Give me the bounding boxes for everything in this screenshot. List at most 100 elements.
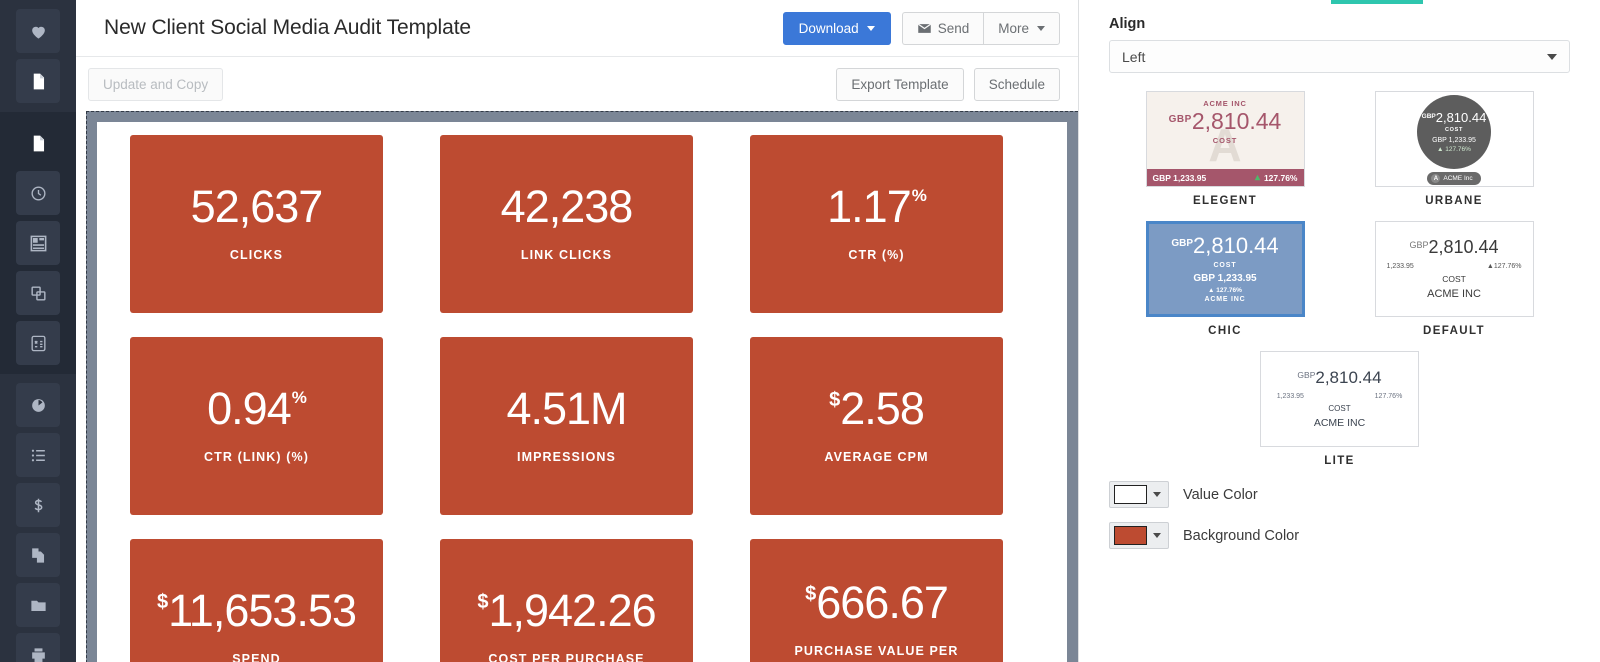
sidebar-item-list[interactable] bbox=[16, 433, 60, 477]
metric-card[interactable]: 1.17% CTR (%) bbox=[750, 135, 1003, 313]
metric-card[interactable]: 42,238 LINK CLICKS bbox=[440, 135, 693, 313]
sidebar-item-report[interactable] bbox=[16, 121, 60, 165]
top-toolbar: New Client Social Media Audit Template D… bbox=[76, 0, 1078, 57]
chevron-down-icon bbox=[1153, 533, 1161, 538]
theme-option-default[interactable]: GBP2,810.44 1,233.95 ▲127.76% COST ACME … bbox=[1374, 221, 1534, 337]
metric-card[interactable]: $1,942.26 COST PER PURCHASE bbox=[440, 539, 693, 662]
sidebar-item-document[interactable] bbox=[16, 59, 60, 103]
schedule-button[interactable]: Schedule bbox=[973, 67, 1060, 101]
metric-card[interactable]: 52,637 CLICKS bbox=[130, 135, 383, 313]
value-color-swatch bbox=[1114, 485, 1147, 504]
sidebar-item-billing[interactable] bbox=[16, 483, 60, 527]
preview-compare: 1,233.95 bbox=[1276, 393, 1304, 400]
report-page: 52,637 CLICKS 42,238 LINK CLICKS 1.17% CTR (%… bbox=[97, 122, 1067, 662]
metric-card-label: COST PER PURCHASE bbox=[488, 652, 645, 662]
send-button[interactable]: Send bbox=[901, 11, 984, 45]
metric-value-number: 42,238 bbox=[500, 181, 634, 233]
metric-card[interactable]: 0.94% CTR (LINK) (%) bbox=[130, 337, 383, 515]
metric-value-number: 1.17 bbox=[827, 181, 912, 233]
chevron-down-icon bbox=[866, 25, 875, 31]
preview-currency: GBP bbox=[1421, 113, 1436, 120]
align-select[interactable]: Left bbox=[1109, 40, 1570, 73]
preview-compare: GBP 1,233.95 bbox=[1193, 273, 1257, 284]
metric-value-number: 52,637 bbox=[190, 181, 324, 233]
metric-value-number: 2.58 bbox=[840, 383, 925, 435]
more-button[interactable]: More bbox=[983, 11, 1060, 45]
layout-icon bbox=[30, 235, 46, 251]
sidebar-item-favorites[interactable] bbox=[16, 9, 60, 53]
background-color-picker[interactable] bbox=[1109, 522, 1169, 549]
theme-option-urbane[interactable]: GBP2,810.44 COST GBP 1,233.95 ▲ 127.76% … bbox=[1374, 91, 1534, 207]
metric-card[interactable]: $11,653.53 SPEND bbox=[130, 539, 383, 662]
sidebar-item-calculator[interactable] bbox=[16, 321, 60, 365]
theme-option-lite[interactable]: GBP2,810.44 1,233.95 127.76% COST ACME I… bbox=[1260, 351, 1419, 467]
theme-name: DEFAULT bbox=[1423, 325, 1485, 337]
theme-thumbnail-default: GBP2,810.44 1,233.95 ▲127.76% COST ACME … bbox=[1374, 221, 1534, 317]
preview-metric: COST bbox=[1213, 262, 1237, 269]
sidebar-item-history[interactable] bbox=[16, 171, 60, 215]
preview-delta-wrap: 127.76% bbox=[1254, 173, 1298, 183]
folder-icon bbox=[30, 600, 46, 611]
active-tab-indicator bbox=[1331, 0, 1423, 4]
theme-thumbnail-chic: GBP2,810.44 COST GBP 1,233.95 ▲ 127.76% … bbox=[1145, 221, 1305, 317]
metric-card[interactable]: $2.58 AVERAGE CPM bbox=[750, 337, 1003, 515]
metric-value-number: 4.51M bbox=[506, 383, 627, 435]
more-label: More bbox=[998, 20, 1029, 36]
value-color-label: Value Color bbox=[1183, 486, 1258, 503]
metric-card[interactable]: $666.67 PURCHASE VALUE PER CONVERSION bbox=[750, 539, 1003, 662]
theme-thumbnail-lite: GBP2,810.44 1,233.95 127.76% COST ACME I… bbox=[1260, 351, 1419, 447]
export-template-button[interactable]: Export Template bbox=[836, 67, 964, 101]
preview-delta: 127.76% bbox=[1263, 172, 1298, 183]
metric-card-value: $666.67 bbox=[805, 576, 949, 628]
theme-option-chic[interactable]: GBP2,810.44 COST GBP 1,233.95 ▲ 127.76% … bbox=[1145, 221, 1305, 337]
preview-amount: 2,810.44 bbox=[1428, 237, 1499, 257]
update-and-copy-button[interactable]: Update and Copy bbox=[88, 67, 224, 101]
preview-currency: GBP bbox=[1168, 114, 1192, 125]
metric-value-number: 666.67 bbox=[816, 576, 949, 628]
dollar-icon bbox=[34, 498, 42, 512]
sidebar-item-folder[interactable] bbox=[16, 583, 60, 627]
metric-value-number: 1,942.26 bbox=[488, 585, 656, 637]
sidebar-item-duplicate[interactable] bbox=[16, 271, 60, 315]
chevron-down-icon bbox=[1153, 492, 1161, 497]
secondary-toolbar: Update and Copy Export Template Schedule bbox=[76, 57, 1078, 111]
metric-card-value: 4.51M bbox=[506, 383, 627, 435]
metric-unit-symbol: % bbox=[291, 388, 307, 408]
heart-icon bbox=[31, 26, 45, 39]
sidebar-item-pages[interactable] bbox=[16, 533, 60, 577]
preview-brand: ACME INC bbox=[1204, 296, 1246, 303]
sidebar-item-print[interactable] bbox=[16, 633, 60, 662]
copy-icon bbox=[30, 285, 46, 301]
value-color-row: Value Color bbox=[1109, 481, 1570, 508]
preview-amount: 2,810.44 bbox=[1191, 108, 1282, 134]
theme-row: A ACME INC GBP2,810.44 COST GBP 1,233.95… bbox=[1109, 91, 1570, 207]
preview-value: GBP2,810.44 bbox=[1171, 235, 1278, 257]
theme-row: GBP2,810.44 COST GBP 1,233.95 ▲ 127.76% … bbox=[1109, 221, 1570, 337]
align-value: Left bbox=[1122, 48, 1146, 65]
theme-option-elegent[interactable]: A ACME INC GBP2,810.44 COST GBP 1,233.95… bbox=[1145, 91, 1305, 207]
preview-brand-pill: A ACME Inc bbox=[1427, 172, 1481, 185]
align-label: Align bbox=[1109, 16, 1146, 32]
preview-compare: GBP 1,233.95 bbox=[1152, 172, 1207, 183]
sidebar-item-analytics[interactable] bbox=[16, 383, 60, 427]
metric-card-label: IMPRESSIONS bbox=[517, 450, 616, 465]
pages-icon bbox=[31, 547, 44, 563]
download-button[interactable]: Download bbox=[782, 11, 891, 45]
preview-delta: 127.76% bbox=[1374, 393, 1403, 400]
metric-currency-symbol: $ bbox=[829, 389, 840, 412]
theme-name: ELEGENT bbox=[1192, 195, 1258, 207]
metric-card-value: $1,942.26 bbox=[477, 585, 656, 637]
metric-card[interactable]: 4.51M IMPRESSIONS bbox=[440, 337, 693, 515]
preview-delta: ▲127.76% bbox=[1486, 263, 1522, 270]
send-label: Send bbox=[937, 20, 970, 36]
preview-brand: ACME INC bbox=[1427, 288, 1481, 300]
preview-circle: GBP2,810.44 COST GBP 1,233.95 ▲ 127.76% bbox=[1417, 95, 1491, 169]
metric-card-label: CTR (LINK) (%) bbox=[204, 450, 309, 465]
preview-metric: COST bbox=[1212, 136, 1238, 145]
sidebar-item-layout[interactable] bbox=[16, 221, 60, 265]
sidebar-group-tools bbox=[0, 374, 76, 662]
value-color-picker[interactable] bbox=[1109, 481, 1169, 508]
preview-compare: 1,233.95 bbox=[1386, 263, 1414, 270]
preview-value: GBP2,810.44 bbox=[1297, 369, 1381, 386]
report-canvas: 52,637 CLICKS 42,238 LINK CLICKS 1.17% CTR (%… bbox=[76, 111, 1078, 662]
